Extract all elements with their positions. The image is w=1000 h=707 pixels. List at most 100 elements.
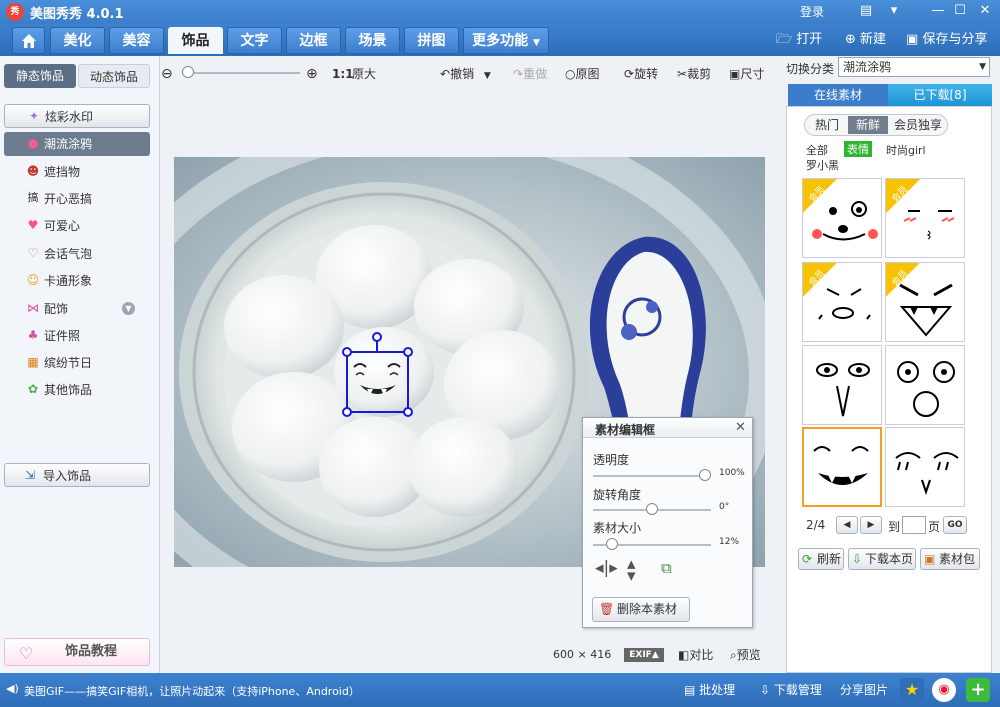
close-icon[interactable]: ✕ [975,2,995,20]
import-ornament-button[interactable]: ⇲ 导入饰品 [4,463,150,487]
next-page-button[interactable]: ▶ [860,516,882,534]
zoom-in-icon[interactable]: ⊕ [306,64,318,84]
new-button[interactable]: ⊕ 新建 [845,29,886,51]
resize-button[interactable]: ▣尺寸 [729,64,764,84]
material-thumb-2[interactable]: 会员 [885,178,965,258]
sidebar-item-other[interactable]: ✿ 其他饰品 [4,378,150,402]
filter-vip[interactable]: 会员独享 [890,116,946,134]
material-pack-button[interactable]: ▣ 素材包 [920,548,980,570]
material-thumb-4[interactable]: 会员 [885,262,965,342]
crop-button[interactable]: ✂裁剪 [677,64,711,84]
weibo-icon[interactable]: ◉ [932,678,956,702]
delete-material-button[interactable]: 🗑 删除本素材 [592,597,690,622]
opacity-slider-track[interactable] [593,475,711,477]
ornament-tutorial-button[interactable]: ♡ 饰品教程 [4,638,150,666]
material-thumb-6[interactable] [885,345,965,425]
sidebar-item-heart[interactable]: ♥ 可爱心 [4,214,150,238]
open-button[interactable]: 🗁 打开 [776,29,822,51]
copy-material-icon[interactable]: ⧉ [661,559,672,577]
sidebar-item-watermark[interactable]: ✦ 炫彩水印 [4,104,150,128]
tab-beautify[interactable]: 美化 [50,27,105,54]
material-thumb-1[interactable]: 会员 [802,178,882,258]
download-page-button[interactable]: ⇩ 下载本页 [848,548,916,570]
dynamic-ornament-tab[interactable]: 动态饰品 [78,64,150,88]
undo-dropdown-icon[interactable]: ▼ [484,71,491,81]
preview-label: 预览 [736,648,761,662]
material-thumb-3[interactable]: 会员 [802,262,882,342]
tab-ornament[interactable]: 饰品 [168,27,223,54]
tag-fashion-girl[interactable]: 时尚girl [886,142,926,158]
undo-button[interactable]: ↶撤销 ▼ [440,64,491,84]
maximize-icon[interactable]: ☐ [950,2,970,20]
right-panel: 切换分类 潮流涂鸦 ▼ 在线素材 已下载[8] 热门 新鲜 会员独享 全部 表情… [786,56,1000,673]
compare-button[interactable]: ◧对比 [678,646,713,663]
editor-title: 素材编辑框 [595,423,656,437]
zoom-slider-knob[interactable] [182,66,194,78]
flip-horizontal-icon[interactable]: ◂|▸ [595,558,618,578]
sidebar-item-funny[interactable]: 搞开心恶搞 [4,187,150,211]
flip-vertical-icon[interactable]: ▴ ▾ [627,556,636,585]
star-icon[interactable]: ★ [900,678,924,702]
add-plus-icon[interactable]: + [966,678,990,702]
zoom-slider-track[interactable] [182,72,300,74]
filter-hot[interactable]: 热门 [806,116,848,134]
minimize-icon[interactable]: — [928,2,948,20]
sidebar-item-accessory[interactable]: ⋈ 配饰 ▼ [4,297,150,321]
redo-button[interactable]: ↷重做 [513,64,547,84]
download-manager-button[interactable]: ⇩ 下载管理 [760,681,822,698]
message-icon[interactable]: ▤ [856,2,876,20]
refresh-button[interactable]: ⟳ 刷新 [798,548,844,570]
expand-icon[interactable]: ▼ [122,302,135,315]
sidebar-item-bubble[interactable]: ♡ 会话气泡 [4,242,150,266]
tab-border[interactable]: 边框 [286,27,341,54]
filter-new[interactable]: 新鲜 [848,116,888,134]
sidebar-item-cartoon[interactable]: ☺ 卡通形象 [4,269,150,293]
sidebar-item-label: 其他饰品 [44,383,93,397]
close-icon[interactable]: ✕ [735,420,746,435]
status-message[interactable]: 美图GIF——搞笑GIF相机，让照片动起来（支持iPhone、Android） [24,683,360,699]
size-slider-knob[interactable] [605,538,618,550]
opacity-slider-knob[interactable] [699,469,711,481]
download-icon: ⇩ [760,683,771,697]
page-number-input[interactable] [902,516,926,534]
home-tab[interactable] [12,27,45,54]
sidebar-item-festival[interactable]: ▦ 缤纷节日 [4,351,150,375]
zoom-out-icon[interactable]: ⊖ [161,64,173,84]
tab-more[interactable]: 更多功能 ▼ [463,27,549,54]
tab-collage[interactable]: 拼图 [404,27,459,54]
material-thumb-8[interactable] [885,427,965,507]
exif-button[interactable]: EXIF▲ [624,648,664,662]
prev-page-button[interactable]: ◀ [836,516,858,534]
original-button[interactable]: ○原图 [565,64,600,84]
tag-all[interactable]: 全部 [806,142,828,158]
menu-icon[interactable]: ▾ [884,2,904,20]
static-ornament-tab[interactable]: 静态饰品 [4,64,76,88]
share-picture-button[interactable]: 分享图片 [840,681,888,698]
tab-online-material[interactable]: 在线素材 [788,84,888,106]
sidebar-item-label: 炫彩水印 [45,110,94,124]
tab-scene[interactable]: 场景 [345,27,400,54]
cry-face-sticker [895,452,959,496]
go-button[interactable]: GO [943,516,967,534]
batch-button[interactable]: ▤ 批处理 [684,681,735,698]
tab-text[interactable]: 文字 [227,27,282,54]
dimension-separator: × [577,648,587,661]
tab-downloaded[interactable]: 已下载[8] [888,84,992,106]
bow-icon: ⋈ [27,301,39,315]
login-link[interactable]: 登录 [800,3,824,20]
sidebar-item-cover[interactable]: ☻ 遮挡物 [4,160,150,184]
category-select[interactable]: 潮流涂鸦 ▼ [838,57,990,77]
save-share-button[interactable]: ▣ 保存与分享 [906,29,987,51]
material-thumb-7-selected[interactable] [802,427,882,507]
tab-face[interactable]: 美容 [109,27,164,54]
original-size-button[interactable]: 原大 [352,64,376,84]
sidebar-item-id-photo[interactable]: ♣ 证件照 [4,324,150,348]
image-dimensions: 600 × 416 [553,648,611,661]
preview-button[interactable]: ⌕预览 [730,646,761,663]
material-thumb-5[interactable] [802,345,882,425]
tag-luoxiaohei[interactable]: 罗小黑 [806,157,839,173]
tag-emoji[interactable]: 表情 [844,141,872,157]
rotate-button[interactable]: ⟳旋转 [624,64,658,84]
rotate-slider-knob[interactable] [646,503,658,515]
sidebar-item-graffiti[interactable]: ● 潮流涂鸦 [4,132,150,156]
